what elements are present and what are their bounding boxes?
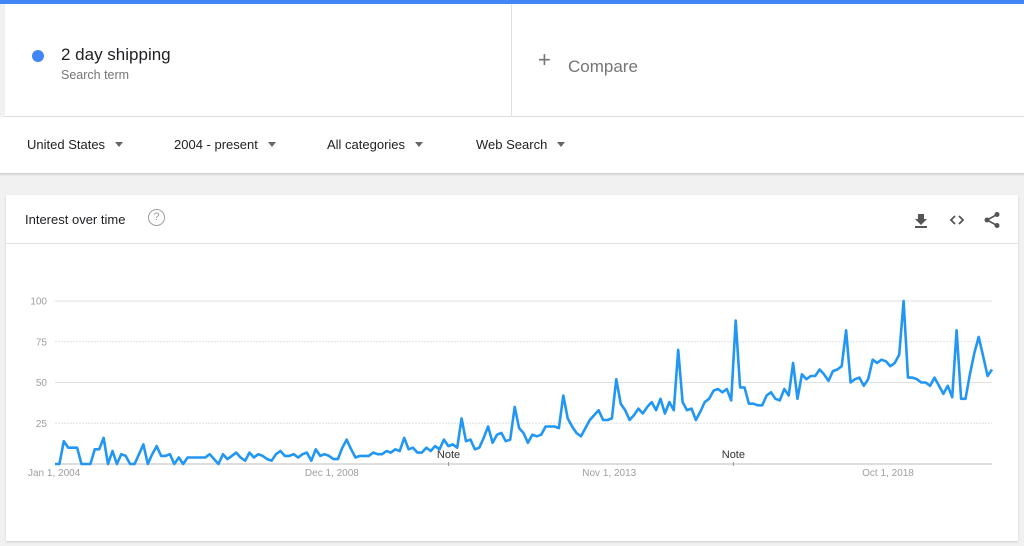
category-filter-label: All categories xyxy=(327,137,406,152)
search-type-filter[interactable]: Web Search xyxy=(476,137,566,152)
x-tick-label: Jan 1, 2004 xyxy=(28,468,81,479)
time-range-filter-label: 2004 - present xyxy=(174,137,258,152)
compare-button[interactable]: + Compare xyxy=(512,4,1024,116)
region-filter[interactable]: United States xyxy=(27,137,124,152)
interest-over-time-card: Interest over time ? 25 50 75 100 Jan 1, 200… xyxy=(6,195,1018,541)
x-tick-label: Dec 1, 2008 xyxy=(305,468,359,479)
dropdown-caret-icon xyxy=(267,142,276,147)
compare-label: Compare xyxy=(568,57,638,76)
dropdown-caret-icon xyxy=(557,142,566,147)
note-label: Note xyxy=(437,449,460,461)
search-type-filter-label: Web Search xyxy=(476,137,548,152)
dropdown-caret-icon xyxy=(415,142,424,147)
y-tick-label: 75 xyxy=(36,337,48,348)
search-term-card[interactable]: 2 day shipping Search term xyxy=(5,4,512,116)
search-terms-bar: 2 day shipping Search term + Compare xyxy=(5,4,1024,117)
filters-bar: United States 2004 - present All categor… xyxy=(0,117,1024,174)
region-filter-label: United States xyxy=(27,137,106,152)
x-tick-label: Nov 1, 2013 xyxy=(582,468,636,479)
interest-line-chart[interactable]: 25 50 75 100 Jan 1, 2004 Dec 1, 2008 Nov 1, 20… xyxy=(6,195,1018,541)
plus-icon: + xyxy=(538,47,551,72)
time-range-filter[interactable]: 2004 - present xyxy=(174,137,276,152)
search-term-name[interactable]: 2 day shipping xyxy=(61,45,171,65)
y-tick-label: 50 xyxy=(36,378,48,389)
series-color-dot xyxy=(32,50,44,62)
y-tick-label: 25 xyxy=(36,419,48,430)
dropdown-caret-icon xyxy=(115,142,124,147)
search-term-subtitle: Search term xyxy=(61,68,130,82)
y-tick-label: 100 xyxy=(30,297,47,308)
category-filter[interactable]: All categories xyxy=(327,137,424,152)
x-tick-label: Oct 1, 2018 xyxy=(862,468,914,479)
note-label: Note xyxy=(722,449,745,461)
